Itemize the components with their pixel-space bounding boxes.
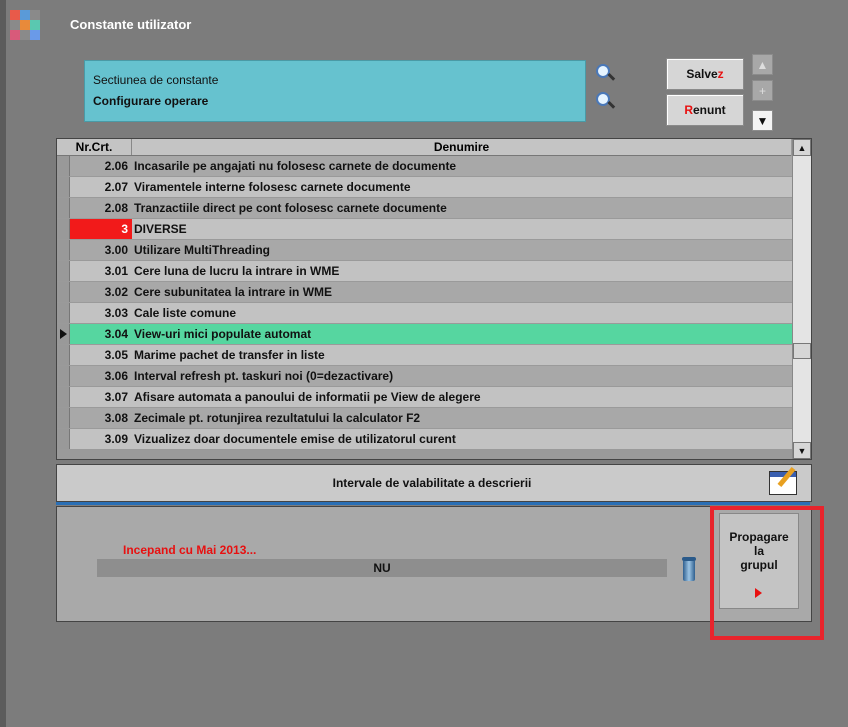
cell-denumire: Zecimale pt. rotunjirea rezultatului la …	[132, 408, 793, 428]
table-row[interactable]: 3.04 View-uri mici populate automat	[57, 324, 793, 344]
column-header-denumire[interactable]: Denumire	[132, 139, 791, 155]
cell-denumire: Utilizare MultiThreading	[132, 240, 793, 260]
incepand-label: Incepand cu Mai 2013...	[123, 543, 257, 557]
cell-nr: 3.04	[70, 324, 132, 344]
row-indicator[interactable]	[57, 219, 70, 239]
row-indicator[interactable]	[57, 303, 70, 323]
row-indicator[interactable]	[57, 156, 70, 176]
delete-bin-icon[interactable]	[682, 557, 696, 581]
section-value: Configurare operare	[93, 94, 209, 108]
cell-denumire: Interval refresh pt. taskuri noi (0=deza…	[132, 366, 793, 386]
cell-denumire: DIVERSE	[132, 219, 793, 239]
row-indicator[interactable]	[57, 345, 70, 365]
cell-denumire: Tranzactiile direct pe cont folosesc car…	[132, 198, 793, 218]
table-row[interactable]: 3.00 Utilizare MultiThreading	[57, 240, 793, 260]
cell-nr: 2.08	[70, 198, 132, 218]
window: Constante utilizator Sectiunea de consta…	[0, 0, 848, 727]
section-caption: Sectiunea de constante	[93, 73, 219, 87]
cell-denumire: Vizualizez doar documentele emise de uti…	[132, 429, 793, 449]
row-indicator[interactable]	[57, 198, 70, 218]
section-box: Sectiunea de constante Configurare opera…	[84, 60, 586, 122]
edit-calendar-icon[interactable]	[769, 466, 797, 495]
cell-nr: 3.06	[70, 366, 132, 386]
left-strip	[0, 0, 6, 727]
row-indicator[interactable]	[57, 240, 70, 260]
cell-denumire: View-uri mici populate automat	[132, 324, 793, 344]
cell-nr: 3.02	[70, 282, 132, 302]
cell-nr: 2.06	[70, 156, 132, 176]
cell-nr: 3.09	[70, 429, 132, 449]
tab-divider	[56, 502, 810, 505]
window-title: Constante utilizator	[70, 17, 192, 32]
salvez-button[interactable]: Salve z	[666, 58, 744, 90]
cell-nr: 3.05	[70, 345, 132, 365]
row-indicator[interactable]	[57, 261, 70, 281]
cell-denumire: Cere luna de lucru la intrare in WME	[132, 261, 793, 281]
grid-header: Nr.Crt. Denumire	[57, 139, 791, 156]
cell-nr: 3.08	[70, 408, 132, 428]
highlight-box	[710, 506, 824, 640]
cell-nr: 3	[70, 219, 132, 239]
value-field[interactable]: NU	[97, 559, 667, 577]
interval-bar: Intervale de valabilitate a descrierii	[56, 464, 812, 502]
up-button[interactable]: ▲	[752, 54, 773, 75]
table-row[interactable]: 3.02 Cere subunitatea la intrare in WME	[57, 282, 793, 302]
table-row[interactable]: 3.07 Afisare automata a panoului de infor…	[57, 387, 793, 407]
table-row[interactable]: 3.08 Zecimale pt. rotunjirea rezultatului…	[57, 408, 793, 428]
cell-nr: 3.03	[70, 303, 132, 323]
row-indicator[interactable]	[57, 429, 70, 449]
cell-denumire: Afisare automata a panoului de informati…	[132, 387, 793, 407]
cell-nr: 2.07	[70, 177, 132, 197]
table-row[interactable]: 3.09 Vizualizez doar documentele emise de…	[57, 429, 793, 449]
cell-denumire: Viramentele interne folosesc carnete doc…	[132, 177, 793, 197]
row-indicator[interactable]	[57, 324, 70, 344]
row-indicator[interactable]	[57, 282, 70, 302]
down-button[interactable]: ▼	[752, 110, 773, 131]
table-row[interactable]: 2.07 Viramentele interne folosesc carnete…	[57, 177, 793, 197]
constants-grid: Nr.Crt. Denumire 2.06 Incasarile pe angaj…	[56, 138, 812, 460]
table-row[interactable]: 2.06 Incasarile pe angajati nu folosesc c…	[57, 156, 793, 176]
column-header-nr[interactable]: Nr.Crt.	[57, 139, 132, 155]
table-row[interactable]: 3.03 Cale liste comune	[57, 303, 793, 323]
table-row[interactable]: 3.06 Interval refresh pt. taskuri noi (0=…	[57, 366, 793, 386]
value-panel: Incepand cu Mai 2013... NU Propagare la …	[56, 506, 812, 622]
cell-denumire: Incasarile pe angajati nu folosesc carne…	[132, 156, 793, 176]
table-row[interactable]: 2.08 Tranzactiile direct pe cont folosesc…	[57, 198, 793, 218]
scroll-up-arrow-icon[interactable]: ▲	[793, 139, 811, 156]
table-row[interactable]: 3 DIVERSE	[57, 219, 793, 239]
scroll-thumb[interactable]	[793, 343, 811, 359]
scroll-down-arrow-icon[interactable]: ▼	[793, 442, 811, 459]
plus-button[interactable]: +	[752, 80, 773, 101]
search-icon-value[interactable]	[596, 92, 616, 109]
row-indicator[interactable]	[57, 387, 70, 407]
current-row-arrow-icon	[60, 329, 67, 339]
cell-nr: 3.07	[70, 387, 132, 407]
table-row[interactable]: 3.05 Marime pachet de transfer in liste	[57, 345, 793, 365]
table-row[interactable]: 3.01 Cere luna de lucru la intrare in WME	[57, 261, 793, 281]
row-indicator[interactable]	[57, 408, 70, 428]
app-icon	[10, 10, 40, 40]
cell-denumire: Cere subunitatea la intrare in WME	[132, 282, 793, 302]
renunt-button[interactable]: Renunt	[666, 94, 744, 126]
row-indicator[interactable]	[57, 177, 70, 197]
cell-denumire: Cale liste comune	[132, 303, 793, 323]
search-icon[interactable]	[596, 64, 616, 81]
interval-label: Intervale de valabilitate a descrierii	[332, 476, 532, 490]
cell-denumire: Marime pachet de transfer in liste	[132, 345, 793, 365]
row-indicator[interactable]	[57, 366, 70, 386]
cell-nr: 3.01	[70, 261, 132, 281]
vertical-scrollbar[interactable]: ▲ ▼	[792, 139, 811, 459]
cell-nr: 3.00	[70, 240, 132, 260]
